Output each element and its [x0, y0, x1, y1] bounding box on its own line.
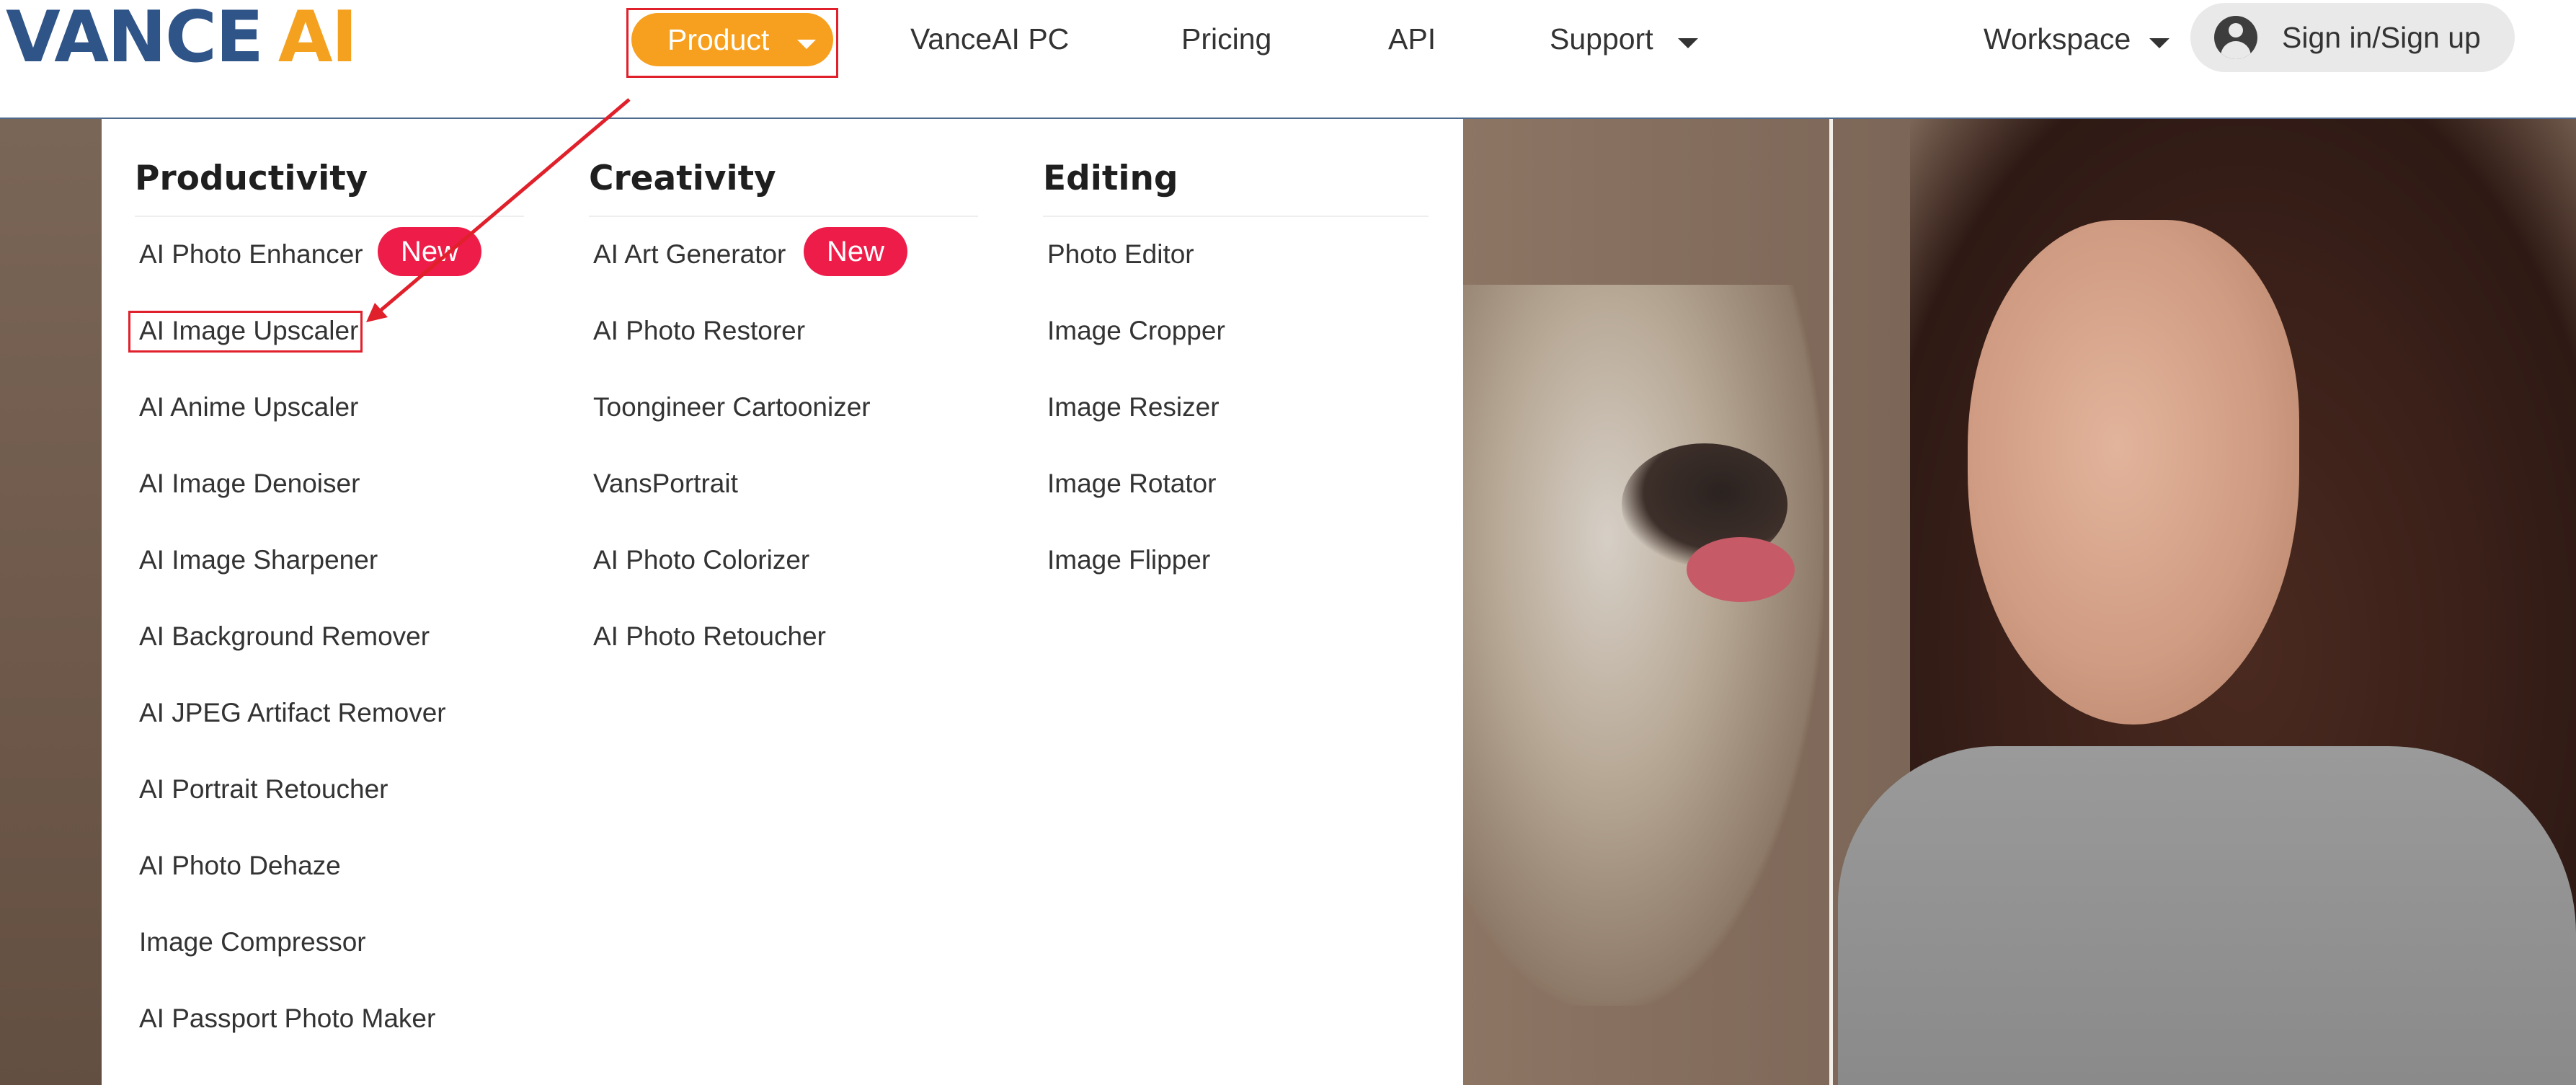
menu-item-image-flipper[interactable]: Image Flipper	[1047, 539, 1210, 582]
logo-text-vance: VANCE	[6, 0, 264, 79]
top-navbar: VANCE AI Product VanceAI PC Pricing API S…	[0, 0, 2576, 119]
menu-item-image-compressor[interactable]: Image Compressor	[139, 921, 366, 964]
productivity-heading: Productivity	[135, 159, 368, 198]
menu-item-ai-portrait-retoucher[interactable]: AI Portrait Retoucher	[139, 768, 388, 811]
menu-item-image-rotator[interactable]: Image Rotator	[1047, 462, 1216, 505]
menu-item-ai-photo-retoucher[interactable]: AI Photo Retoucher	[593, 615, 826, 658]
comparison-divider[interactable]	[1829, 119, 1833, 1085]
sign-in-label: Sign in/Sign up	[2282, 21, 2481, 54]
hero-image	[1463, 119, 2576, 1085]
creativity-divider	[589, 216, 978, 217]
product-dropdown-menu: Productivity AI Photo Enhancer New AI Im…	[102, 119, 1463, 1085]
menu-item-ai-anime-upscaler[interactable]: AI Anime Upscaler	[139, 386, 358, 429]
menu-item-photo-editor[interactable]: Photo Editor	[1047, 233, 1194, 276]
hero-image-left	[0, 119, 102, 1085]
new-badge: New	[804, 227, 907, 276]
chevron-down-icon	[797, 40, 816, 49]
chevron-down-icon	[2149, 38, 2170, 49]
menu-item-ai-passport-photo-maker[interactable]: AI Passport Photo Maker	[139, 997, 435, 1040]
menu-item-image-resizer[interactable]: Image Resizer	[1047, 386, 1220, 429]
menu-item-ai-photo-dehaze[interactable]: AI Photo Dehaze	[139, 844, 341, 887]
nav-workspace-label: Workspace	[1984, 22, 2131, 56]
nav-vanceai-pc[interactable]: VanceAI PC	[910, 13, 1069, 65]
menu-item-ai-photo-restorer[interactable]: AI Photo Restorer	[593, 309, 805, 353]
hero-woman-face	[1968, 220, 2299, 725]
editing-divider	[1043, 216, 1429, 217]
logo-text-ai: AI	[277, 0, 357, 79]
sign-in-button[interactable]: Sign in/Sign up	[2190, 3, 2515, 72]
menu-item-ai-background-remover[interactable]: AI Background Remover	[139, 615, 430, 658]
hero-dog	[1463, 285, 1824, 1006]
menu-item-ai-photo-enhancer[interactable]: AI Photo Enhancer	[139, 233, 363, 276]
menu-item-toongineer-cartoonizer[interactable]: Toongineer Cartoonizer	[593, 386, 871, 429]
hero-dog-tongue	[1687, 537, 1795, 602]
vanceai-logo[interactable]: VANCE AI	[6, 1, 357, 74]
menu-item-image-cropper[interactable]: Image Cropper	[1047, 309, 1225, 353]
menu-item-ai-photo-colorizer[interactable]: AI Photo Colorizer	[593, 539, 809, 582]
nav-api[interactable]: API	[1388, 13, 1436, 65]
nav-workspace[interactable]: Workspace	[1984, 13, 2170, 65]
hero-woman-shirt	[1838, 746, 2576, 1085]
menu-item-ai-art-generator[interactable]: AI Art Generator	[593, 233, 786, 276]
creativity-heading: Creativity	[589, 159, 776, 198]
menu-item-ai-image-sharpener[interactable]: AI Image Sharpener	[139, 539, 378, 582]
editing-heading: Editing	[1043, 159, 1178, 198]
chevron-down-icon	[1677, 38, 1698, 49]
productivity-divider	[135, 216, 524, 217]
nav-support[interactable]: Support	[1550, 13, 1698, 65]
menu-item-ai-image-denoiser[interactable]: AI Image Denoiser	[139, 462, 360, 505]
nav-support-label: Support	[1550, 22, 1653, 56]
nav-pricing[interactable]: Pricing	[1181, 13, 1271, 65]
menu-item-vansportrait[interactable]: VansPortrait	[593, 462, 738, 505]
product-menu-label: Product	[667, 23, 770, 56]
menu-item-ai-jpeg-artifact-remover[interactable]: AI JPEG Artifact Remover	[139, 691, 446, 735]
menu-item-ai-image-upscaler[interactable]: AI Image Upscaler	[139, 309, 358, 353]
new-badge: New	[378, 227, 481, 276]
page: VANCE AI Product VanceAI PC Pricing API S…	[0, 0, 2576, 1085]
product-menu-button[interactable]: Product	[631, 13, 833, 66]
user-icon	[2214, 16, 2257, 59]
